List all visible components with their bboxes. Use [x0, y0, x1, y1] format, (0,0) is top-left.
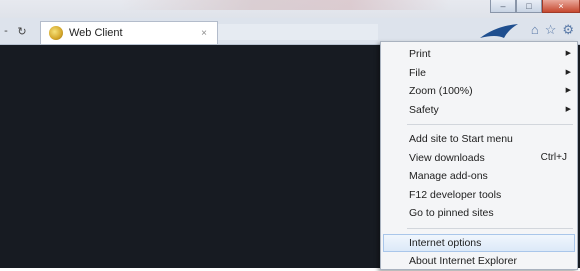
window-controls: – □ × [490, 0, 580, 14]
menu-separator [407, 227, 573, 229]
tab-title: Web Client [69, 27, 123, 39]
menu-item-add-site-to-start[interactable]: Add site to Start menu [381, 130, 577, 149]
home-icon[interactable]: ⌂ [531, 22, 539, 38]
refresh-icon[interactable]: ↻ [16, 25, 28, 38]
menu-item-label: Safety [409, 103, 439, 116]
tools-icon[interactable]: ⚙ [562, 22, 574, 38]
submenu-arrow-icon: ▶ [565, 50, 571, 57]
menu-item-view-downloads[interactable]: View downloads Ctrl+J [381, 149, 577, 168]
close-window-button[interactable]: × [542, 0, 580, 13]
menu-item-label: Print [409, 48, 431, 60]
menu-item-internet-options[interactable]: Internet options [383, 233, 575, 252]
menu-item-pinned-sites[interactable]: Go to pinned sites [381, 204, 577, 223]
minimize-button[interactable]: – [490, 0, 516, 13]
menu-item-label: File [409, 66, 426, 79]
toolbar-icons: ⌂ ☆ ⚙ [531, 22, 574, 38]
menu-item-safety[interactable]: Safety ▶ [381, 101, 577, 120]
title-bar-blur [120, 0, 450, 10]
dropdown-icon[interactable]: - [0, 25, 12, 37]
menu-item-label: Add site to Start menu [409, 133, 513, 145]
title-bar: – □ × [0, 0, 580, 18]
menu-item-file[interactable]: File ▶ [381, 64, 577, 83]
submenu-arrow-icon: ▶ [565, 68, 571, 76]
submenu-arrow-icon: ▶ [565, 87, 571, 94]
ie-favicon-icon [49, 26, 63, 40]
tab-close-icon[interactable]: × [197, 28, 211, 39]
address-controls: - ↻ [0, 21, 28, 41]
new-tab-area[interactable] [218, 24, 378, 40]
menu-item-label: View downloads [409, 151, 485, 164]
menu-separator [407, 124, 573, 125]
menu-item-label: Internet options [409, 236, 482, 249]
submenu-arrow-icon: ▶ [565, 105, 571, 113]
menu-item-zoom[interactable]: Zoom (100%) ▶ [381, 82, 577, 101]
tab-web-client[interactable]: Web Client × [40, 21, 218, 44]
menu-item-print[interactable]: Print ▶ [381, 45, 577, 64]
menu-item-label: Zoom (100%) [409, 85, 473, 97]
menu-item-shortcut: Ctrl+J [540, 151, 567, 163]
favorites-icon[interactable]: ☆ [545, 22, 557, 38]
tools-menu: Print ▶ File ▶ Zoom (100%) ▶ Safety ▶ Ad… [380, 41, 578, 270]
menu-item-label: F12 developer tools [409, 188, 502, 201]
menu-item-manage-addons[interactable]: Manage add-ons [381, 167, 577, 186]
menu-item-label: Manage add-ons [409, 170, 488, 182]
menu-item-f12-tools[interactable]: F12 developer tools [381, 186, 577, 205]
menu-item-label: About Internet Explorer [409, 255, 517, 267]
bird-logo-icon [480, 24, 518, 38]
maximize-button[interactable]: □ [516, 0, 542, 13]
menu-item-label: Go to pinned sites [409, 207, 494, 219]
